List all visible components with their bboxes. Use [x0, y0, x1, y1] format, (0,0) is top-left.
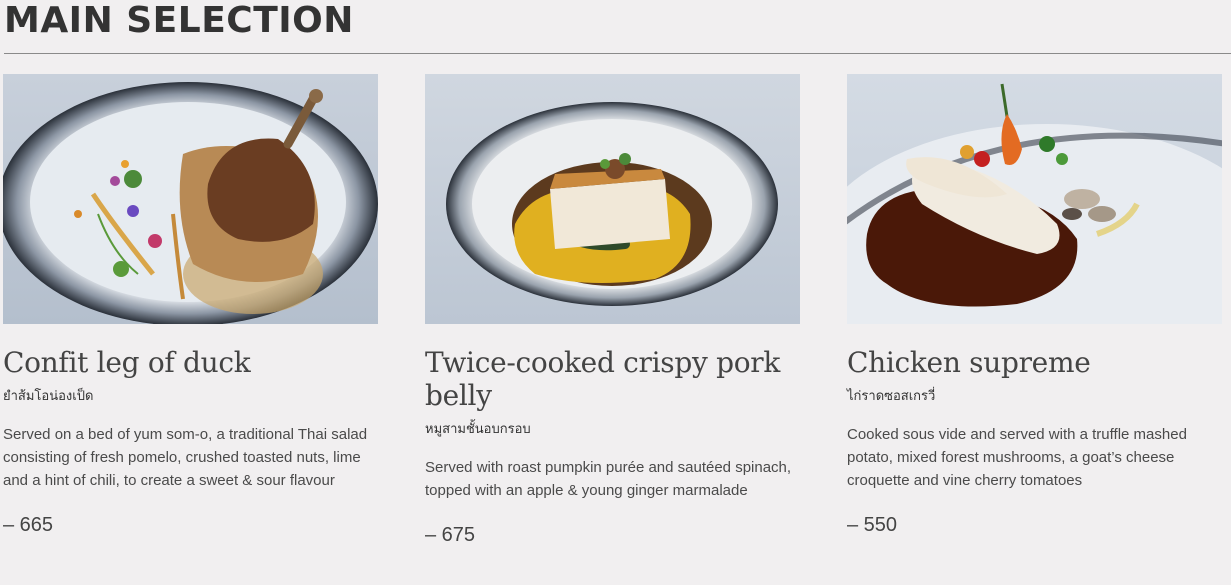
- dish-description: Served on a bed of yum som-o, a traditio…: [3, 426, 368, 489]
- dish-photo-chicken: [847, 74, 1222, 324]
- dish-name: Twice-cooked crispy pork belly: [425, 346, 781, 412]
- dish-thai-name: ยำส้มโอน่องเป็ด: [3, 388, 94, 403]
- dish-card-chicken: Chicken supreme ไก่ราดซอสเกรวี่ Cooked s…: [847, 74, 1227, 538]
- dish-price: – 675: [425, 524, 476, 546]
- dish-price: – 665: [3, 514, 54, 536]
- dish-description: Cooked sous vide and served with a truff…: [847, 426, 1187, 489]
- dish-thai-name: หมูสามชั้นอบกรอบ: [425, 421, 531, 436]
- section-divider: [4, 53, 1231, 54]
- dish-price: – 550: [847, 514, 898, 536]
- dish-photo-pork-belly: [425, 74, 800, 324]
- dish-photo-duck: [3, 74, 378, 324]
- dish-name: Confit leg of duck: [3, 346, 251, 379]
- dish-card-pork-belly: Twice-cooked crispy pork belly หมูสามชั้…: [425, 74, 805, 548]
- dish-card-duck: Confit leg of duck ยำส้มโอน่องเป็ด Serve…: [3, 74, 383, 538]
- dish-description: Served with roast pumpkin purée and saut…: [425, 459, 792, 499]
- dish-thai-name: ไก่ราดซอสเกรวี่: [847, 388, 936, 403]
- dish-name: Chicken supreme: [847, 346, 1091, 379]
- section-title: MAIN SELECTION: [4, 0, 354, 41]
